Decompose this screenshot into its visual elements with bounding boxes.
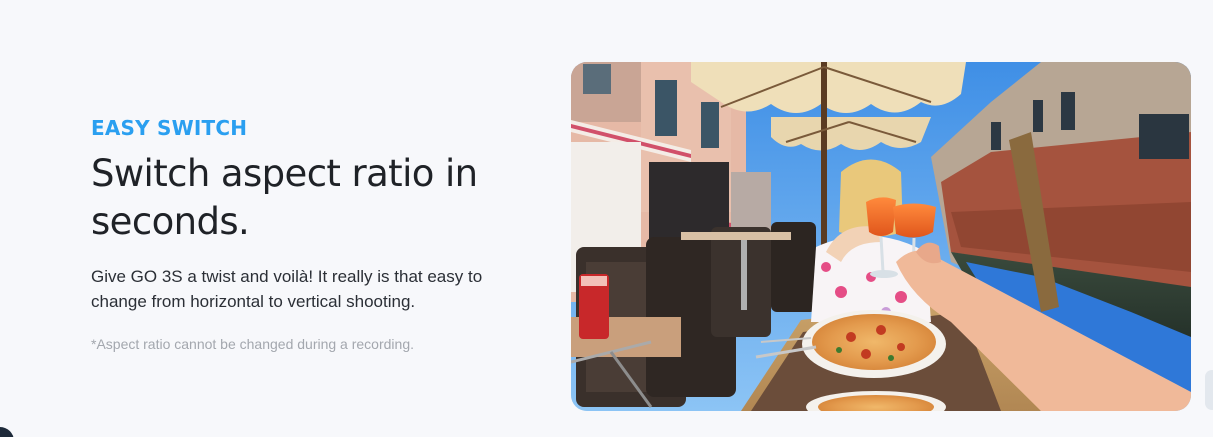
feature-photo	[571, 62, 1191, 411]
feature-footnote: *Aspect ratio cannot be changed during a…	[91, 336, 414, 352]
feature-description: Give GO 3S a twist and voilà! It really …	[91, 267, 483, 311]
feature-section: EASY SWITCH Switch aspect ratio in secon…	[0, 0, 1213, 437]
feature-headline: Switch aspect ratio in seconds.	[91, 152, 478, 243]
feature-eyebrow: EASY SWITCH	[91, 116, 248, 140]
feature-text: EASY SWITCH Switch aspect ratio in secon…	[91, 114, 531, 354]
corner-indicator	[0, 427, 14, 437]
carousel-edge	[1205, 370, 1213, 410]
